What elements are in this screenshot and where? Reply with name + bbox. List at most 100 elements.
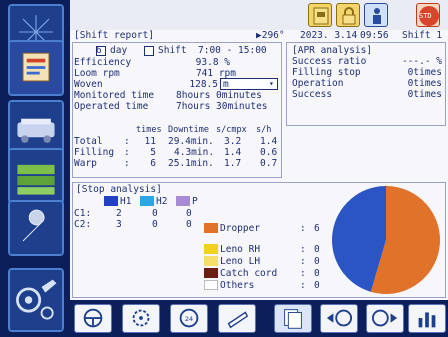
apr-value: 0times (407, 67, 442, 78)
table-cell: 0.6 (260, 147, 278, 158)
24h-button[interactable]: 24 (170, 304, 208, 333)
cell: 2 (116, 208, 122, 219)
report-icon (10, 42, 62, 94)
chevron-down-icon: ▾ (269, 79, 274, 88)
person-icon (373, 8, 381, 24)
loom-icon (10, 102, 62, 154)
cell: 0 (186, 219, 192, 230)
graph-button[interactable] (408, 304, 446, 333)
operator-button[interactable] (364, 3, 388, 27)
fabric-rolls-icon (10, 150, 62, 202)
apr-value: 0times (407, 89, 442, 100)
yarn-button[interactable] (218, 304, 256, 333)
rotation-icon (132, 309, 150, 327)
table-cell: 6 (150, 158, 156, 169)
colon: : (124, 136, 130, 147)
machine-gear-icon (10, 270, 62, 330)
metric-label: Efficiency (74, 57, 132, 68)
metric-label: Woven (74, 79, 103, 90)
metric-value: 7hours 30minutes (176, 101, 268, 112)
table-cell: 4.3min. (174, 147, 215, 158)
legend-colon: : (300, 244, 306, 255)
std-label: STD (419, 12, 432, 20)
legend-value: 0 (314, 244, 320, 255)
std-button[interactable]: STD (416, 3, 440, 27)
table-cell: 29.4min. (168, 136, 214, 147)
stop-analysis-title: [Stop analysis] (76, 184, 162, 195)
yarn-cone-icon (227, 311, 249, 329)
cell: 0 (186, 208, 192, 219)
others-swatch (204, 280, 218, 290)
left-toolbar (0, 0, 70, 337)
apr-label: Success (292, 89, 333, 100)
colon: : (124, 158, 130, 169)
previous-arrow-icon (326, 309, 353, 327)
fabric-button[interactable] (8, 148, 64, 204)
legend-label: Dropper (220, 223, 261, 234)
h1-swatch (104, 196, 118, 206)
leno-lh-swatch (204, 256, 218, 266)
table-header: s/cmpx (216, 125, 247, 135)
lock-button[interactable] (336, 3, 360, 27)
table-row-label: Filling (74, 147, 115, 158)
cell: 0 (152, 219, 158, 230)
legend-label: Others (220, 280, 255, 291)
previous-button[interactable] (320, 304, 358, 333)
col-header: P (192, 196, 198, 207)
shift-range: 7:00 - 15:00 (198, 45, 267, 56)
next-arrow-icon (371, 309, 398, 327)
legend-colon: : (300, 268, 306, 279)
metric-label: Loom rpm (74, 68, 120, 79)
table-cell: 11 (144, 136, 156, 147)
legend-value: 0 (314, 280, 320, 291)
row-label: C2: (74, 219, 92, 230)
report-copy-button[interactable] (274, 304, 312, 333)
apr-value: ---.- % (401, 56, 442, 67)
colon: : (124, 147, 130, 158)
legend-colon: : (300, 256, 306, 267)
24h-clock-icon: 24 (179, 308, 199, 328)
legend-value: 0 (314, 268, 320, 279)
memory-card-icon (313, 7, 329, 25)
machine-status-button[interactable] (8, 268, 64, 332)
table-header: s/h (256, 125, 272, 135)
day-number: 6 (96, 45, 102, 56)
wrench-icon (10, 202, 62, 254)
time-display: 09:56 (360, 30, 389, 41)
day-label: day (110, 45, 128, 56)
table-header: times (136, 125, 162, 135)
top-bar: STD (70, 0, 448, 30)
unit-select-value: m (223, 79, 229, 90)
table-cell: 1.7 (224, 158, 242, 169)
metric-value: 8hours 0minutes (176, 90, 262, 101)
unit-select[interactable]: m ▾ (220, 78, 278, 90)
steering-button[interactable] (74, 304, 112, 333)
legend-label: Leno RH (220, 244, 261, 255)
shift-checkbox[interactable] (144, 46, 154, 56)
metric-value: 93.8 % (195, 57, 230, 68)
lock-icon (342, 7, 356, 25)
svg-text:24: 24 (185, 315, 193, 323)
h2-swatch (140, 196, 154, 206)
legend-value: 6 (314, 223, 320, 234)
metric-label: Monitored time (74, 90, 155, 101)
maintenance-button[interactable] (8, 200, 64, 256)
shift-report-panel: [Shift report] ▶296° 2023. 3.14 09:56 Sh… (70, 30, 448, 300)
report-button[interactable] (8, 40, 64, 96)
apr-label: Filling stop (292, 67, 361, 78)
legend-label: Catch cord (220, 268, 278, 279)
leno-rh-swatch (204, 244, 218, 254)
table-cell: 25.1min. (168, 158, 214, 169)
metric-label: Operated time (74, 101, 149, 112)
steering-wheel-icon (83, 308, 103, 328)
status-counter: ▶296° (256, 30, 285, 41)
loom-speed-button[interactable] (122, 304, 160, 333)
apr-value: 0times (407, 78, 442, 89)
stop-cause-pie-chart (332, 186, 440, 294)
memory-button[interactable] (308, 3, 332, 27)
col-header: H1 (120, 196, 132, 207)
table-cell: 0.7 (260, 158, 278, 169)
apr-title: [APR analysis] (292, 45, 373, 56)
next-button[interactable] (366, 304, 404, 333)
metric-value: 128.5 (189, 79, 218, 90)
